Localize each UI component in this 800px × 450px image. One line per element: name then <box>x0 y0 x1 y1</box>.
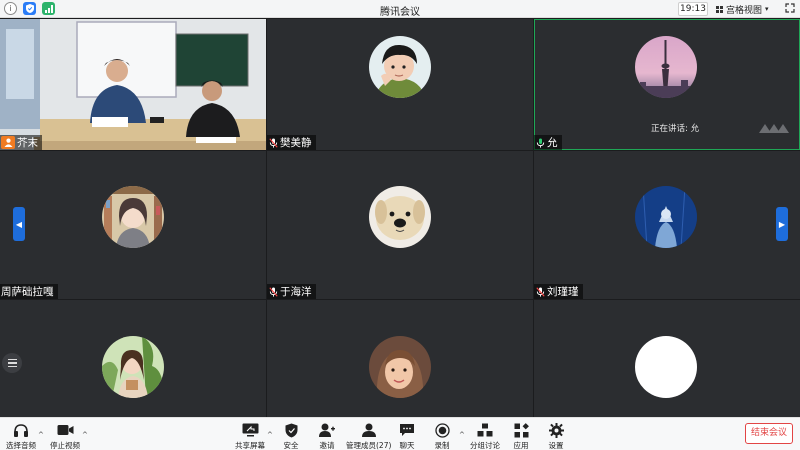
video-label: 停止视频 <box>50 441 80 450</box>
record-button[interactable]: 录制 <box>433 422 451 450</box>
video-button[interactable]: 停止视频 <box>50 422 80 450</box>
audio-options-caret[interactable]: ^ <box>38 431 44 439</box>
settings-button[interactable]: 设置 <box>547 422 565 450</box>
chat-label: 聊天 <box>399 441 415 450</box>
participant-name-tag: 周萨础拉嘎 <box>0 284 58 299</box>
apps-icon <box>512 422 530 438</box>
video-tile[interactable]: 于海洋 <box>267 151 533 299</box>
members-icon <box>360 422 378 438</box>
fullscreen-icon[interactable] <box>784 3 795 14</box>
security-label: 安全 <box>283 441 299 450</box>
add-user-icon <box>318 422 336 438</box>
participant-list-toggle[interactable] <box>2 353 22 373</box>
view-mode-label: 宫格视图 <box>726 5 763 16</box>
video-tile[interactable] <box>267 300 533 417</box>
avatar <box>369 186 431 248</box>
participant-name-tag: 允 <box>534 135 562 150</box>
record-options-caret[interactable]: ^ <box>459 431 465 439</box>
avatar <box>635 186 697 248</box>
bottom-toolbar: 选择音频 ^ 停止视频 ^ 共享屏幕 ^ 安全 邀请 管理成员(27) 聊天 录… <box>0 417 800 450</box>
breakout-rooms-button[interactable]: 分组讨论 <box>470 422 500 450</box>
headset-icon <box>12 422 30 438</box>
manage-members-label: 管理成员(27) <box>346 441 392 450</box>
gear-icon <box>547 422 565 438</box>
video-grid: 芥末 樊美静 正在讲话: 允 允 周萨础拉嘎 于海洋 刘瑾瑾 ◀ ▶ <box>0 19 800 417</box>
camera-feed <box>0 19 266 150</box>
record-label: 录制 <box>434 441 450 450</box>
video-tile[interactable]: 樊美静 <box>267 19 533 150</box>
mic-muted-icon <box>268 137 278 148</box>
participant-name: 于海洋 <box>280 286 312 298</box>
shield-icon <box>282 422 300 438</box>
speaking-indicator: 正在讲话: 允 <box>651 124 700 134</box>
video-options-caret[interactable]: ^ <box>82 431 88 439</box>
participant-name: 刘瑾瑾 <box>547 286 579 298</box>
avatar <box>369 336 431 398</box>
tencent-meeting-logo <box>759 122 789 134</box>
chat-button[interactable]: 聊天 <box>398 422 416 450</box>
breakout-rooms-label: 分组讨论 <box>470 441 500 450</box>
chevron-right-icon: ▶ <box>778 219 786 229</box>
breakout-rooms-icon <box>476 422 494 438</box>
mic-muted-icon <box>535 286 545 297</box>
apps-button[interactable]: 应用 <box>512 422 530 450</box>
next-page-button[interactable]: ▶ <box>776 207 788 241</box>
grid-view-icon <box>716 5 723 13</box>
meeting-clock: 19:13 <box>678 2 708 16</box>
invite-label: 邀请 <box>319 441 335 450</box>
video-tile[interactable] <box>534 300 800 417</box>
avatar <box>102 336 164 398</box>
chevron-left-icon: ◀ <box>15 219 23 229</box>
share-screen-button[interactable]: 共享屏幕 <box>235 422 265 450</box>
avatar <box>635 36 697 98</box>
end-meeting-button[interactable]: 结束会议 <box>745 423 793 444</box>
participant-name: 芥末 <box>17 137 38 149</box>
share-options-caret[interactable]: ^ <box>267 431 273 439</box>
title-bar: i 腾讯会议 19:13 宫格视图 ▾ <box>0 0 800 18</box>
participant-name-tag: 于海洋 <box>267 284 316 299</box>
audio-label: 选择音频 <box>6 441 36 450</box>
mic-active-icon <box>535 137 545 148</box>
share-screen-icon <box>241 422 259 438</box>
avatar <box>635 336 697 398</box>
video-tile[interactable]: 刘瑾瑾 <box>534 151 800 299</box>
participant-name: 周萨础拉嘎 <box>1 286 54 298</box>
meeting-window: i 腾讯会议 19:13 宫格视图 ▾ 芥末 樊美静 正在讲话: 允 允 周萨础… <box>0 0 800 450</box>
security-button[interactable]: 安全 <box>282 422 300 450</box>
participant-name: 允 <box>547 137 558 149</box>
chat-icon <box>398 422 416 438</box>
video-tile[interactable]: 芥末 <box>0 19 266 150</box>
avatar <box>369 36 431 98</box>
invite-button[interactable]: 邀请 <box>318 422 336 450</box>
mic-muted-icon <box>268 286 278 297</box>
participant-name-tag: 樊美静 <box>267 135 316 150</box>
view-mode-button[interactable]: 宫格视图 ▾ <box>716 2 769 16</box>
apps-label: 应用 <box>513 441 529 450</box>
participant-name-tag: 芥末 <box>0 135 42 150</box>
avatar <box>102 186 164 248</box>
record-icon <box>433 422 451 438</box>
participant-name-tag: 刘瑾瑾 <box>534 284 583 299</box>
participant-name: 樊美静 <box>280 137 312 149</box>
camera-icon <box>56 422 74 438</box>
share-screen-label: 共享屏幕 <box>235 441 265 450</box>
audio-button[interactable]: 选择音频 <box>6 422 36 450</box>
prev-page-button[interactable]: ◀ <box>13 207 25 241</box>
video-tile-active-speaker[interactable]: 正在讲话: 允 允 <box>534 19 800 150</box>
video-tile[interactable]: 周萨础拉嘎 <box>0 151 266 299</box>
settings-label: 设置 <box>548 441 564 450</box>
chevron-down-icon: ▾ <box>765 5 769 13</box>
manage-members-button[interactable]: 管理成员(27) <box>346 422 391 450</box>
video-tile[interactable] <box>0 300 266 417</box>
list-icon <box>7 359 17 367</box>
host-icon <box>1 136 15 149</box>
